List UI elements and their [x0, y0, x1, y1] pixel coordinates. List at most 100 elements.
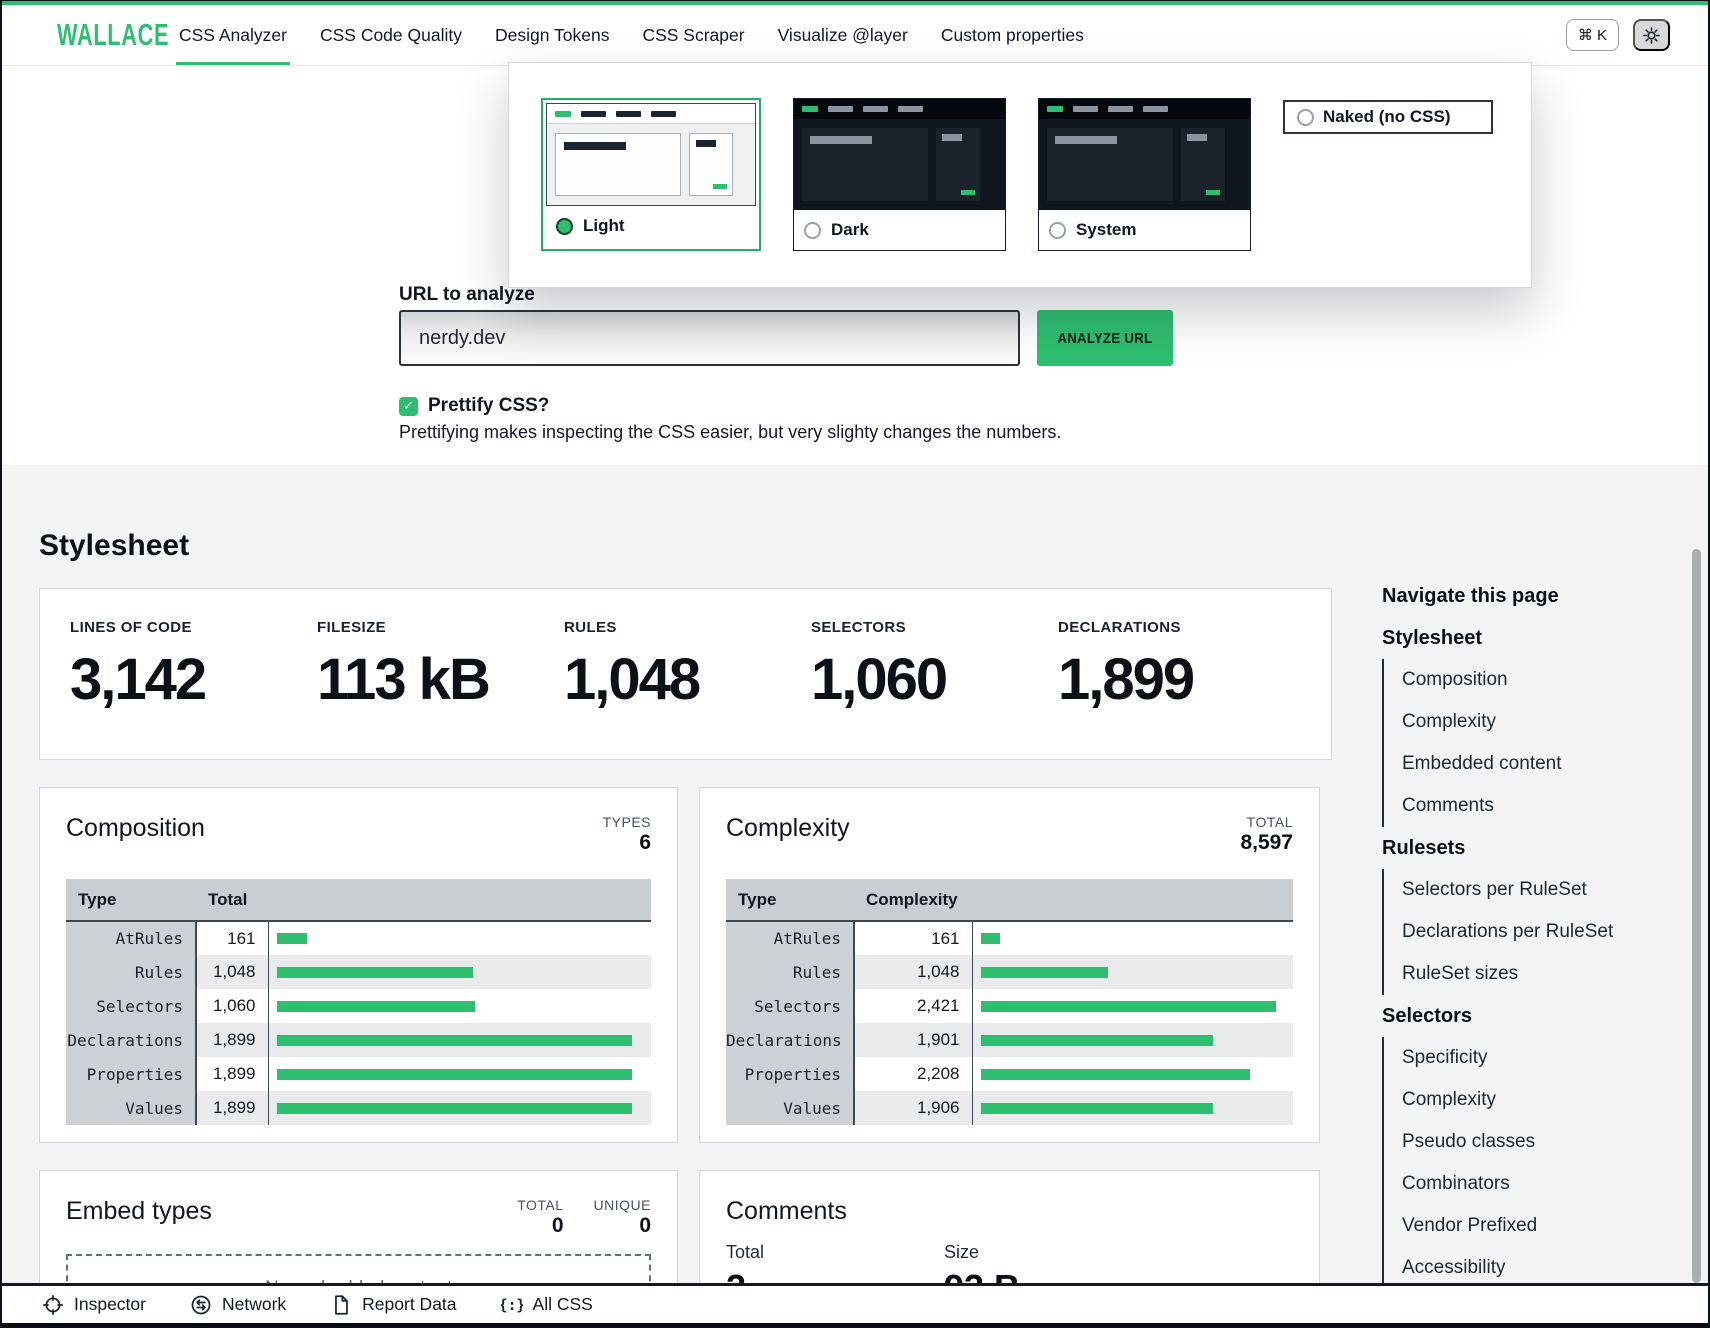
page-nav-link-comments[interactable]: Comments [1402, 785, 1672, 827]
file-icon [330, 1294, 352, 1316]
page-nav-link-selector-complexity[interactable]: Complexity [1402, 1079, 1672, 1121]
page-nav-link-selectors[interactable]: Selectors [1382, 995, 1672, 1037]
nav-item-css-code-quality[interactable]: CSS Code Quality [320, 5, 462, 65]
page-nav-link-combinators[interactable]: Combinators [1402, 1163, 1672, 1205]
table-row: Values 1,906 [726, 1091, 1293, 1125]
inspector-tab[interactable]: Inspector [42, 1294, 146, 1316]
page-nav-group-rulesets: Rulesets Selectors per RuleSet Declarati… [1382, 827, 1672, 995]
report-data-tab[interactable]: Report Data [330, 1294, 456, 1316]
theme-menu: Light Dark [508, 62, 1532, 288]
table-row: Properties 1,899 [66, 1057, 651, 1091]
embed-types-title: Embed types [66, 1197, 212, 1226]
prettify-option-row: ✓ Prettify CSS? [399, 395, 549, 417]
braces-icon: {:} [501, 1294, 523, 1316]
network-icon [190, 1294, 212, 1316]
nav-item-visualize-layer[interactable]: Visualize @layer [778, 5, 908, 65]
value-bar [277, 1069, 633, 1080]
table-row: Declarations 1,901 [726, 1023, 1293, 1057]
page-nav: Navigate this page Stylesheet Compositio… [1382, 575, 1672, 1289]
theme-option-dark[interactable]: Dark [793, 98, 1006, 251]
table-row: Selectors 1,060 [66, 989, 651, 1023]
url-form-row: ANALYZE URL [399, 310, 1173, 366]
page-nav-group-selectors: Selectors Specificity Complexity Pseudo … [1382, 995, 1672, 1289]
page-nav-link-pseudo-classes[interactable]: Pseudo classes [1402, 1121, 1672, 1163]
logo-link[interactable]: WALLACE [57, 5, 169, 65]
top-nav-bar: WALLACE CSS Analyzer CSS Code Quality De… [2, 5, 1708, 66]
table-row: Rules 1,048 [726, 955, 1293, 989]
composition-title: Composition [66, 814, 205, 843]
url-input[interactable] [399, 310, 1020, 366]
page-nav-link-vendor-prefixed[interactable]: Vendor Prefixed [1402, 1205, 1672, 1247]
value-bar [277, 1035, 633, 1046]
composition-card: Composition TYPES 6 Type Total AtRules 1… [39, 787, 678, 1143]
theme-option-system[interactable]: System [1038, 98, 1251, 251]
table-row: AtRules 161 [66, 921, 651, 955]
value-bar [277, 933, 307, 944]
analyze-url-button[interactable]: ANALYZE URL [1037, 310, 1173, 366]
nav-item-custom-properties[interactable]: Custom properties [941, 5, 1084, 65]
page-nav-link-declarations-per-ruleset[interactable]: Declarations per RuleSet [1402, 911, 1672, 953]
page-nav-link-ruleset-sizes[interactable]: RuleSet sizes [1402, 953, 1672, 995]
theme-option-naked[interactable]: Naked (no CSS) [1283, 100, 1493, 134]
complexity-card: Complexity TOTAL 8,597 Type Complexity A… [699, 787, 1320, 1143]
table-row: Rules 1,048 [66, 955, 651, 989]
theme-option-light[interactable]: Light [541, 98, 761, 251]
radio-light[interactable] [556, 218, 573, 235]
table-row: Values 1,899 [66, 1091, 651, 1125]
prettify-label: Prettify CSS? [428, 395, 549, 417]
value-bar [277, 1103, 633, 1114]
comments-title: Comments [726, 1197, 847, 1226]
prettify-description: Prettifying makes inspecting the CSS eas… [399, 422, 1061, 443]
table-row: Declarations 1,899 [66, 1023, 651, 1057]
theme-toggle-button[interactable] [1633, 19, 1670, 51]
value-bar [277, 967, 473, 978]
stat-filesize: FILESIZE 113 kB [317, 619, 564, 759]
app-window: WALLACE CSS Analyzer CSS Code Quality De… [0, 0, 1710, 1328]
composition-meta: TYPES 6 [603, 814, 651, 855]
sun-icon [1642, 26, 1661, 45]
stat-declarations: DECLARATIONS 1,899 [1058, 619, 1305, 759]
page-nav-link-embedded-content[interactable]: Embedded content [1402, 743, 1672, 785]
nav-item-css-scraper[interactable]: CSS Scraper [642, 5, 744, 65]
table-row: AtRules 161 [726, 921, 1293, 955]
nav-item-css-analyzer[interactable]: CSS Analyzer [179, 5, 287, 65]
complexity-meta: TOTAL 8,597 [1240, 814, 1293, 855]
dark-theme-preview [794, 99, 1005, 210]
value-bar [981, 1035, 1213, 1046]
page-nav-link-composition[interactable]: Composition [1402, 659, 1672, 701]
window-bottom-edge [2, 1323, 1708, 1328]
value-bar [981, 1103, 1214, 1114]
bottom-toolbar: Inspector Network Report Data {:} [2, 1283, 1708, 1323]
svg-text:{:}: {:} [501, 1297, 523, 1314]
value-bar [981, 933, 1001, 944]
network-tab[interactable]: Network [190, 1294, 286, 1316]
radio-system[interactable] [1049, 222, 1066, 239]
nav-item-design-tokens[interactable]: Design Tokens [495, 5, 609, 65]
table-row: Selectors 2,421 [726, 989, 1293, 1023]
page-nav-link-stylesheet[interactable]: Stylesheet [1382, 617, 1672, 659]
top-accent-bar [2, 1, 1708, 5]
prettify-checkbox[interactable]: ✓ [399, 397, 418, 416]
all-css-tab[interactable]: {:} All CSS [501, 1294, 593, 1316]
embed-total-meta: TOTAL 0 [517, 1197, 563, 1238]
complexity-title: Complexity [726, 814, 850, 843]
primary-nav: CSS Analyzer CSS Code Quality Design Tok… [179, 5, 1084, 65]
page-title: Stylesheet [39, 529, 189, 563]
page-nav-title: Navigate this page [1382, 575, 1672, 617]
page-nav-link-specificity[interactable]: Specificity [1402, 1037, 1672, 1079]
command-palette-button[interactable]: ⌘ K [1566, 19, 1619, 51]
scrollbar-thumb[interactable] [1692, 549, 1701, 1283]
page-nav-group-stylesheet: Stylesheet Composition Complexity Embedd… [1382, 617, 1672, 827]
composition-table: Type Total AtRules 161 Rules 1,048 Selec… [66, 879, 651, 1125]
page-nav-link-rulesets[interactable]: Rulesets [1382, 827, 1672, 869]
stat-rules: RULES 1,048 [564, 619, 811, 759]
page-nav-link-selectors-per-ruleset[interactable]: Selectors per RuleSet [1402, 869, 1672, 911]
topbar-actions: ⌘ K [1566, 5, 1670, 65]
wallace-logo: WALLACE [57, 17, 169, 53]
value-bar [981, 1069, 1250, 1080]
radio-dark[interactable] [804, 222, 821, 239]
value-bar [981, 967, 1109, 978]
radio-naked[interactable] [1297, 109, 1314, 126]
page-nav-link-complexity[interactable]: Complexity [1402, 701, 1672, 743]
value-bar [981, 1001, 1276, 1012]
